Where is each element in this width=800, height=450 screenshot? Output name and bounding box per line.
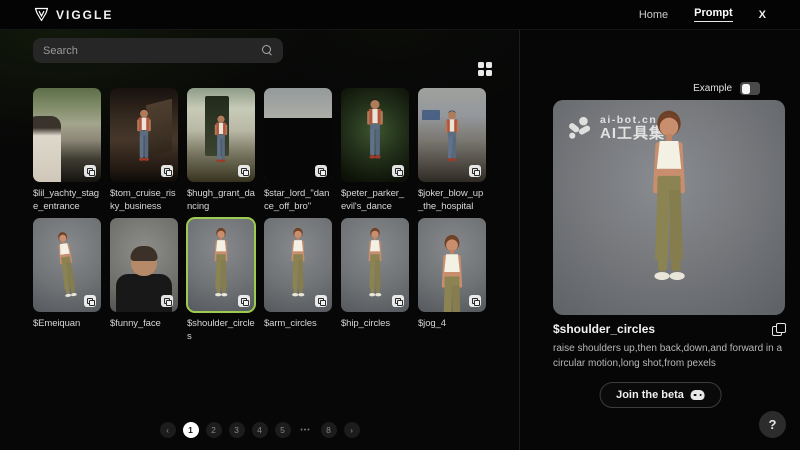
thumbnail[interactable] [110, 88, 178, 182]
page-prev-button[interactable]: ‹ [160, 422, 176, 438]
template-star-lord[interactable]: $star_lord_"dance_off_bro" [264, 88, 332, 213]
template-label: $arm_circles [264, 317, 332, 330]
page-5-button[interactable]: 5 [275, 422, 291, 438]
figure [33, 116, 61, 182]
figure [46, 228, 88, 308]
preview-panel: Example ai-bot.cn AI工具集 $sho [521, 30, 800, 450]
page-4-button[interactable]: 4 [252, 422, 268, 438]
preview-title-row: $shoulder_circles [553, 322, 785, 336]
copy-icon[interactable] [315, 165, 327, 177]
thumbnail[interactable] [264, 218, 332, 312]
top-bar: VIGGLE Home Prompt X [0, 0, 800, 30]
template-jog-4[interactable]: $jog_4 [418, 218, 486, 343]
thumbnail[interactable] [341, 88, 409, 182]
copy-icon[interactable] [238, 165, 250, 177]
search-icon [262, 45, 273, 56]
example-toggle[interactable] [740, 82, 760, 95]
viggle-app: VIGGLE Home Prompt X Search $lil_yachty_… [0, 0, 800, 450]
example-label: Example [693, 83, 732, 94]
nav-x-link[interactable]: X [759, 9, 766, 21]
ai-bot-logo-icon [567, 116, 593, 140]
pagination: ‹ 1 2 3 4 5 ••• 8 › [33, 422, 486, 438]
main-nav: Home Prompt X [639, 7, 766, 22]
viggle-logo[interactable]: VIGGLE [34, 7, 113, 22]
template-shoulder-circles[interactable]: $shoulder_circles [187, 218, 255, 343]
copy-icon[interactable] [392, 165, 404, 177]
template-lil-yachty[interactable]: $lil_yachty_stage_entrance [33, 88, 101, 213]
template-arm-circles[interactable]: $arm_circles [264, 218, 332, 343]
preview-description: raise shoulders up,then back,down,and fo… [553, 342, 783, 371]
thumbnail[interactable] [341, 218, 409, 312]
figure [209, 114, 233, 176]
copy-icon[interactable] [161, 295, 173, 307]
preview-title: $shoulder_circles [553, 322, 655, 336]
search-placeholder: Search [43, 45, 78, 57]
copy-icon[interactable] [161, 165, 173, 177]
thumbnail[interactable] [110, 218, 178, 312]
copy-icon[interactable] [84, 165, 96, 177]
join-beta-button[interactable]: Join the beta [599, 382, 722, 408]
template-hugh-grant[interactable]: $hugh_grant_dancing [187, 88, 255, 213]
template-label: $funny_face [110, 317, 178, 330]
template-joker[interactable]: $joker_blow_up_the_hospital [418, 88, 486, 213]
template-label: $Emeiquan [33, 317, 101, 330]
page-ellipsis: ••• [298, 422, 314, 438]
figure [131, 108, 157, 176]
page-8-button[interactable]: 8 [321, 422, 337, 438]
gallery-panel: Search $lil_yachty_stage_entrance $tom_c… [0, 30, 520, 450]
template-label: $lil_yachty_stage_entrance [33, 187, 101, 213]
copy-icon[interactable] [392, 295, 404, 307]
help-button[interactable]: ? [759, 411, 786, 438]
copy-prompt-icon[interactable] [772, 323, 785, 336]
figure [282, 226, 315, 306]
template-peter-parker[interactable]: $peter_parker_evil's_dance [341, 88, 409, 213]
brand-name: VIGGLE [56, 8, 113, 22]
template-label: $hugh_grant_dancing [187, 187, 255, 213]
page-3-button[interactable]: 3 [229, 422, 245, 438]
grid-view-icon[interactable] [478, 62, 493, 77]
nav-prompt[interactable]: Prompt [694, 7, 733, 22]
thumbnail[interactable] [418, 88, 486, 182]
thumbnail[interactable] [418, 218, 486, 312]
template-label: $star_lord_"dance_off_bro" [264, 187, 332, 213]
copy-icon[interactable] [315, 295, 327, 307]
thumbnail-selected[interactable] [187, 218, 255, 312]
search-input[interactable]: Search [33, 38, 283, 63]
nav-home[interactable]: Home [639, 9, 668, 21]
copy-icon[interactable] [84, 295, 96, 307]
copy-icon[interactable] [469, 165, 481, 177]
example-toggle-row: Example [693, 82, 760, 95]
join-beta-label: Join the beta [616, 389, 684, 401]
template-emeiquan[interactable]: $Emeiquan [33, 218, 101, 343]
template-tom-cruise[interactable]: $tom_cruise_risky_business [110, 88, 178, 213]
template-label: $joker_blow_up_the_hospital [418, 187, 486, 213]
page-2-button[interactable]: 2 [206, 422, 222, 438]
preview-character [628, 106, 710, 309]
discord-icon [691, 390, 705, 400]
figure [359, 226, 392, 306]
template-label: $hip_circles [341, 317, 409, 330]
template-label: $jog_4 [418, 317, 486, 330]
thumbnail[interactable] [187, 88, 255, 182]
page-next-button[interactable]: › [344, 422, 360, 438]
example-preview: ai-bot.cn AI工具集 [553, 100, 785, 315]
page-1-button[interactable]: 1 [183, 422, 199, 438]
template-label: $shoulder_circles [187, 317, 255, 343]
copy-icon[interactable] [238, 295, 250, 307]
template-hip-circles[interactable]: $hip_circles [341, 218, 409, 343]
figure [440, 110, 465, 176]
thumbnail[interactable] [33, 88, 101, 182]
thumbnail[interactable] [33, 218, 101, 312]
figure [205, 226, 238, 306]
thumbnail[interactable] [264, 88, 332, 182]
viggle-v-icon [34, 7, 49, 22]
template-gallery: $lil_yachty_stage_entrance $tom_cruise_r… [33, 88, 489, 343]
figure [360, 98, 390, 176]
template-label: $peter_parker_evil's_dance [341, 187, 409, 213]
copy-icon[interactable] [469, 295, 481, 307]
template-label: $tom_cruise_risky_business [110, 187, 178, 213]
template-funny-face[interactable]: $funny_face [110, 218, 178, 343]
